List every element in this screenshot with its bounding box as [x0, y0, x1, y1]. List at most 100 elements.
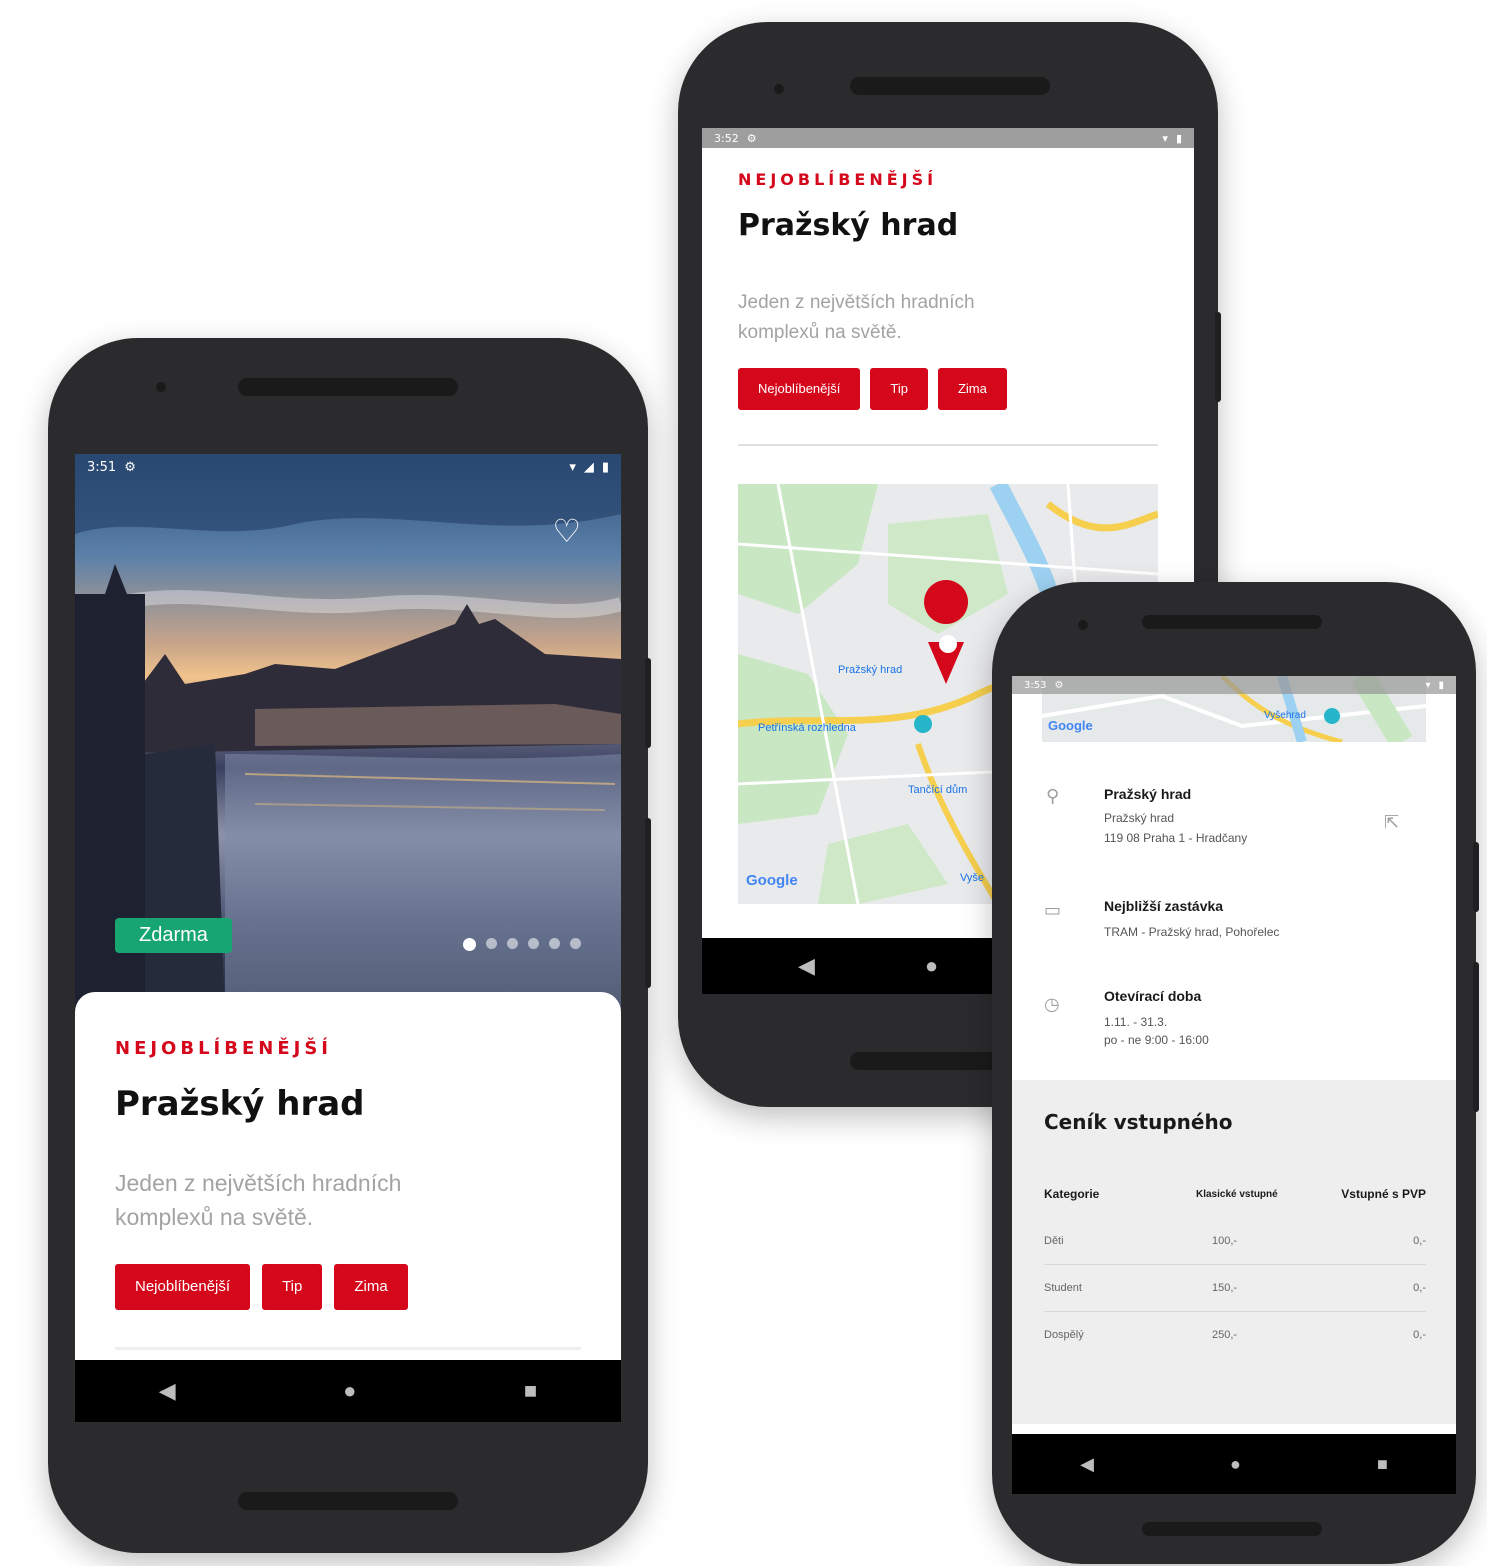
home-button[interactable]: ●: [343, 1378, 356, 1404]
battery-icon: ▮: [1438, 679, 1444, 691]
recents-button[interactable]: ■: [1377, 1454, 1388, 1475]
map-label: Tančící dům: [908, 784, 968, 796]
table-cell: 0,-: [1413, 1329, 1426, 1341]
detail-card: NEJOBLÍBENĚJŠÍ Pražský hrad Jeden z nejv…: [75, 992, 621, 1372]
heart-outline-icon[interactable]: ♡: [552, 512, 581, 550]
screen-right: Google Vyšehrad 3:53 ⚙ ▾ ▮ ⚲ Pražský hrad …: [1012, 676, 1456, 1494]
carousel-dot[interactable]: [486, 938, 497, 949]
nearest-stop-row: ▭ Nejbližší zastávka TRAM - Pražský hrad…: [1012, 898, 1456, 958]
status-bar: 3:52 ⚙ ▾ ▮: [702, 128, 1194, 148]
tag-chip[interactable]: Zima: [334, 1264, 408, 1310]
eyebrow-label: NEJOBLÍBENĚJŠÍ: [738, 170, 938, 189]
back-button[interactable]: ◀: [1080, 1454, 1094, 1475]
gear-icon: ⚙: [746, 131, 757, 145]
opening-hours-row: ◷ Otevírací doba 1.11. - 31.3. po - ne 9…: [1012, 988, 1456, 1068]
place-description: Jeden z největších hradních komplexů na …: [738, 288, 975, 348]
earpiece-speaker: [850, 77, 1050, 95]
tag-chip[interactable]: Tip: [870, 368, 928, 410]
description-line: Jeden z největších hradních: [738, 292, 975, 313]
hours-heading: Otevírací doba: [1104, 988, 1202, 1004]
tag-chip[interactable]: Nejoblíbenější: [738, 368, 861, 410]
tag-chip[interactable]: Nejoblíbenější: [115, 1264, 251, 1310]
table-cell: 250,-: [1212, 1329, 1238, 1341]
column-header: Kategorie: [1044, 1187, 1100, 1201]
map-label: Pražský hrad: [838, 664, 903, 676]
map-label: Vyšehrad: [1264, 710, 1306, 721]
carousel-dot-active[interactable]: [463, 938, 476, 951]
hours-line: po - ne 9:00 - 16:00: [1104, 1033, 1209, 1047]
gear-icon: ⚙: [1054, 679, 1064, 691]
price-table: Kategorie Klasické vstupné Vstupné s PVP…: [1044, 1170, 1426, 1358]
battery-icon: ▮: [601, 459, 609, 475]
carousel-dots: [463, 938, 581, 951]
price-section: Ceník vstupného Kategorie Klasické vstup…: [1012, 1080, 1456, 1424]
map-label: Vyše: [960, 872, 985, 884]
recents-button[interactable]: ■: [524, 1378, 537, 1404]
power-button[interactable]: [1215, 312, 1221, 402]
google-logo: Google: [1048, 718, 1093, 733]
tag-list: Nejoblíbenější Tip Zima: [738, 368, 1007, 410]
table-cell: Dospělý: [1044, 1329, 1084, 1341]
address-row[interactable]: ⚲ Pražský hrad Pražský hrad 119 08 Praha…: [1012, 786, 1456, 866]
directions-icon[interactable]: ⇱: [1384, 812, 1399, 833]
table-cell: Děti: [1044, 1235, 1064, 1247]
nav-bar: ◀ ● ■: [75, 1360, 621, 1422]
back-button[interactable]: ◀: [798, 953, 815, 979]
carousel-dot[interactable]: [570, 938, 581, 949]
tag-chip[interactable]: Tip: [262, 1264, 323, 1310]
tag-chip[interactable]: Zima: [937, 368, 1007, 410]
phone-left: 3:51 ⚙ ▾ ◢ ▮ ♡ Zdarma NEJOBLÍBENĚJŠÍ Pražsk…: [48, 338, 651, 1553]
table-cell: 0,-: [1413, 1235, 1426, 1247]
tram-icon: ▭: [1044, 900, 1062, 920]
table-row: Děti 100,- 0,-: [1044, 1218, 1426, 1265]
front-camera: [1078, 620, 1088, 630]
carousel-dot[interactable]: [507, 938, 518, 949]
volume-button[interactable]: [645, 818, 651, 988]
status-bar: 3:53 ⚙ ▾ ▮: [1012, 676, 1456, 694]
back-button[interactable]: ◀: [159, 1378, 176, 1404]
table-row: Dospělý 250,- 0,-: [1044, 1312, 1426, 1358]
wifi-icon: ▾: [569, 459, 576, 475]
price-heading: Ceník vstupného: [1044, 1110, 1233, 1134]
description-line: komplexů na světě.: [738, 322, 902, 343]
volume-button[interactable]: [1473, 962, 1479, 1112]
table-cell: Student: [1044, 1282, 1082, 1294]
place-description: Jeden z největších hradních komplexů na …: [115, 1166, 401, 1234]
column-header: Vstupné s PVP: [1341, 1187, 1426, 1201]
status-bar: 3:51 ⚙ ▾ ◢ ▮: [75, 454, 621, 480]
earpiece-speaker: [238, 378, 458, 396]
divider: [738, 444, 1158, 446]
stop-line: TRAM - Pražský hrad, Pohořelec: [1104, 925, 1280, 939]
address-line: Pražský hrad: [1104, 811, 1175, 825]
price-badge: Zdarma: [115, 918, 232, 953]
wifi-icon: ▾: [1425, 679, 1431, 691]
status-time: 3:52: [714, 131, 739, 145]
bottom-speaker: [1142, 1522, 1322, 1536]
home-button[interactable]: ●: [925, 953, 938, 979]
bottom-speaker: [238, 1492, 458, 1510]
signal-icon: ◢: [583, 459, 594, 475]
stop-heading: Nejbližší zastávka: [1104, 898, 1224, 914]
address-line: 119 08 Praha 1 - Hradčany: [1104, 831, 1248, 845]
wifi-icon: ▾: [1162, 131, 1168, 145]
table-header: Kategorie Klasické vstupné Vstupné s PVP: [1044, 1170, 1426, 1218]
gear-icon: ⚙: [124, 459, 136, 475]
home-button[interactable]: ●: [1230, 1454, 1241, 1475]
map-label: Petřínská rozhledna: [758, 722, 856, 734]
nav-bar: ◀ ● ■: [1012, 1434, 1456, 1494]
tag-list: Nejoblíbenější Tip Zima: [115, 1264, 408, 1310]
hours-line: 1.11. - 31.3.: [1104, 1015, 1168, 1029]
description-line: Jeden z největších hradních: [115, 1170, 402, 1196]
phone-right: Google Vyšehrad 3:53 ⚙ ▾ ▮ ⚲ Pražský hrad …: [992, 582, 1479, 1564]
power-button[interactable]: [645, 658, 651, 748]
status-time: 3:53: [1024, 679, 1047, 691]
screen-left: 3:51 ⚙ ▾ ◢ ▮ ♡ Zdarma NEJOBLÍBENĚJŠÍ Pražsk…: [75, 454, 621, 1422]
power-button[interactable]: [1473, 842, 1479, 912]
carousel-dot[interactable]: [528, 938, 539, 949]
location-pin-icon: ⚲: [1046, 786, 1060, 806]
carousel-dot[interactable]: [549, 938, 560, 949]
clock-icon: ◷: [1044, 994, 1060, 1014]
table-row: Student 150,- 0,-: [1044, 1265, 1426, 1312]
table-cell: 150,-: [1212, 1282, 1238, 1294]
google-logo: Google: [746, 872, 798, 889]
